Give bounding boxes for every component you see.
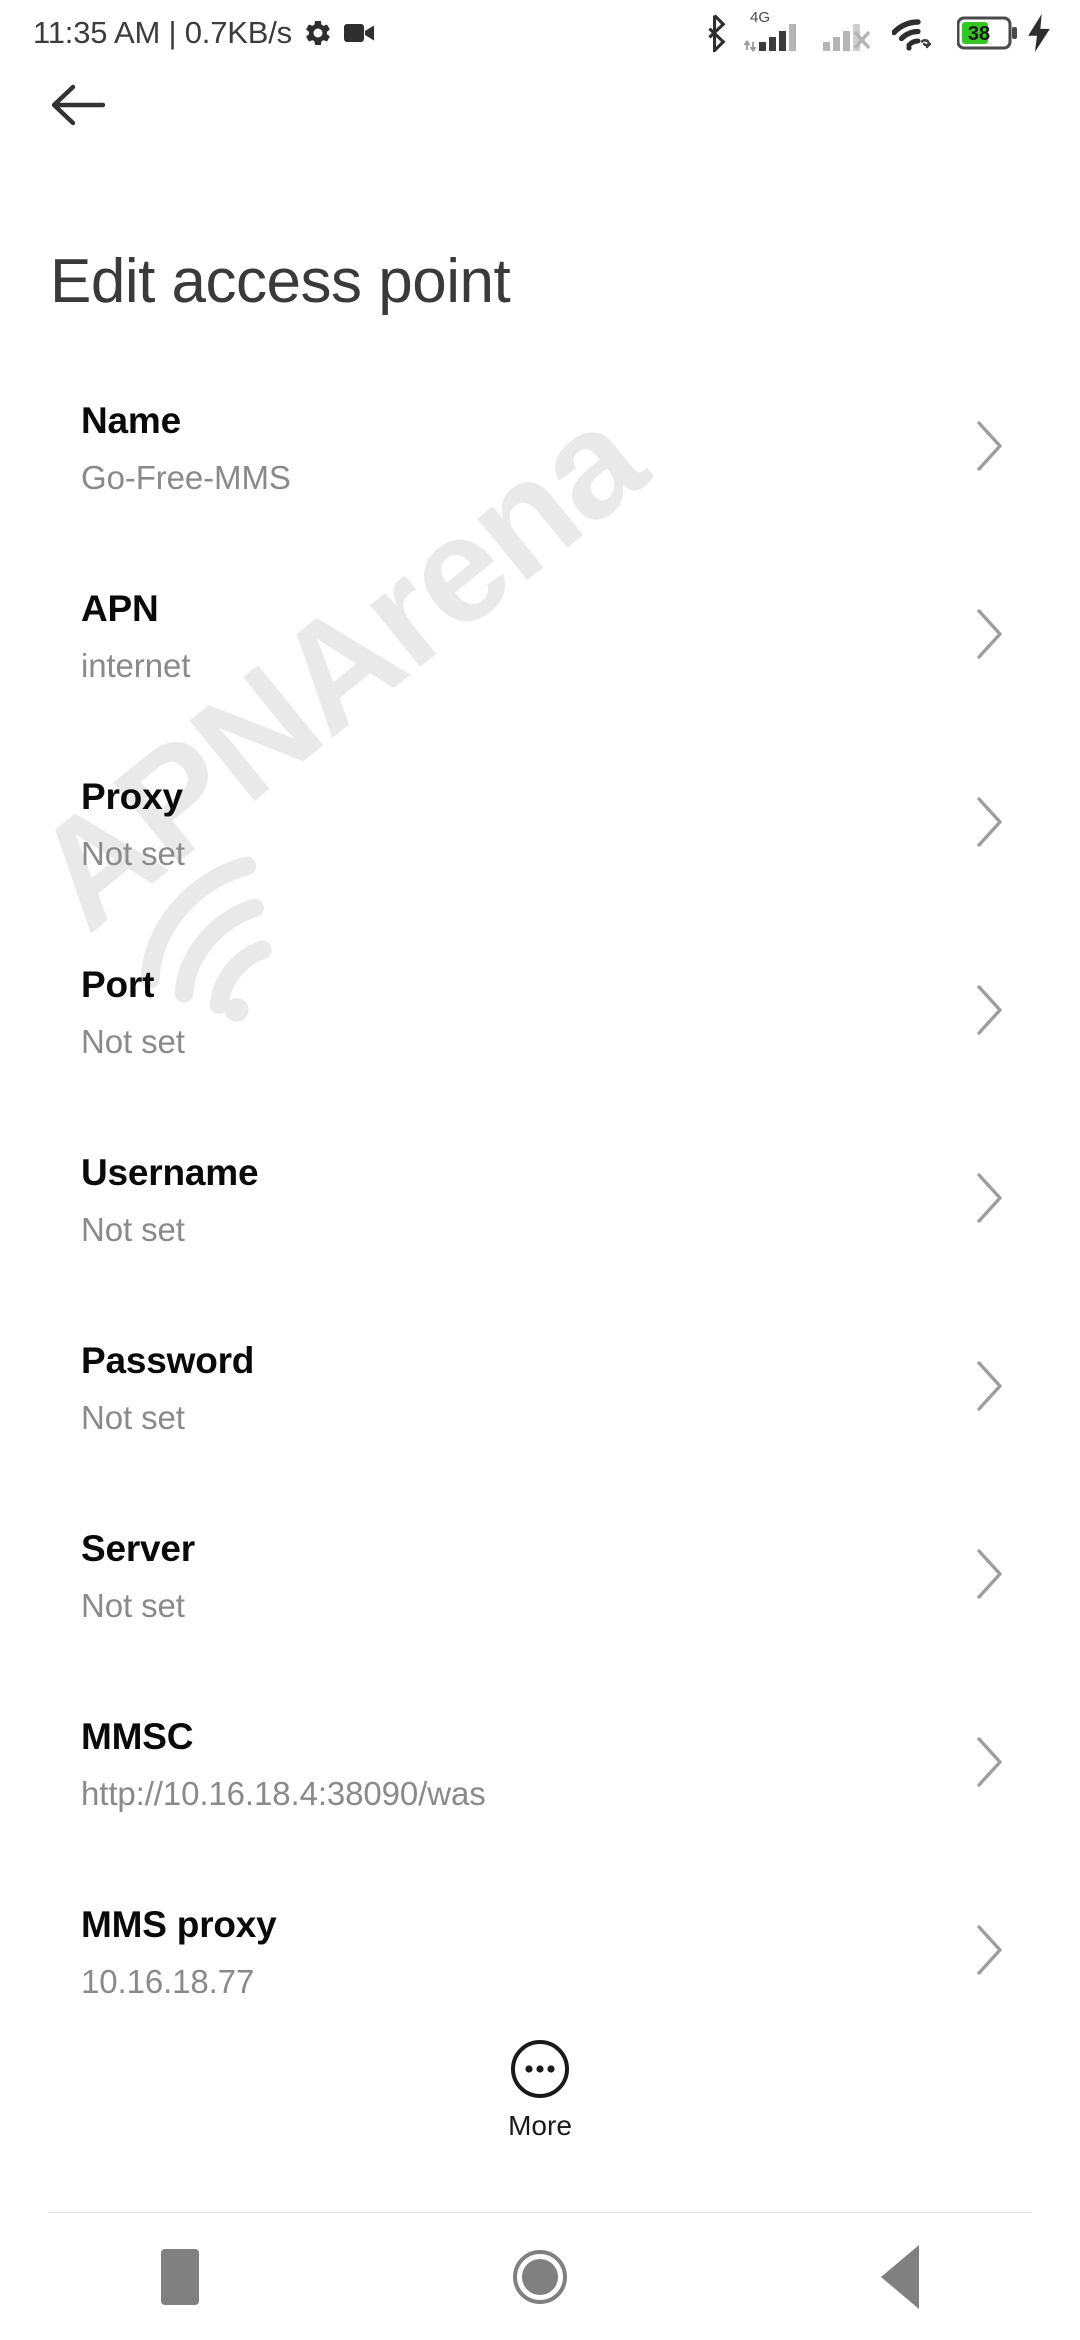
settings-list: Name Go-Free-MMS APN internet Proxy Not … <box>0 380 1080 2072</box>
list-item-username[interactable]: Username Not set <box>0 1132 1080 1320</box>
nav-home-button[interactable] <box>360 2213 720 2340</box>
wifi-vpn-icon <box>892 13 944 53</box>
status-bar: 11:35 AM | 0.7KB/s 4G 38 <box>0 0 1080 66</box>
list-item-password[interactable]: Password Not set <box>0 1320 1080 1508</box>
status-bar-left: 11:35 AM | 0.7KB/s <box>33 15 376 51</box>
chevron-right-icon <box>977 1737 1002 1787</box>
list-item-label: Port <box>81 964 155 1005</box>
battery-icon: 38 <box>957 16 1017 50</box>
chevron-right-icon <box>977 1549 1002 1599</box>
list-item-value: Not set <box>81 835 185 872</box>
list-item-value: 10.16.18.77 <box>81 1963 255 2000</box>
list-item-value: Not set <box>81 1211 185 1248</box>
list-item-port[interactable]: Port Not set <box>0 944 1080 1132</box>
video-camera-icon <box>343 24 374 42</box>
chevron-right-icon <box>977 797 1002 847</box>
sim2-signal-no-service-icon <box>823 24 871 51</box>
arrow-left-icon <box>51 84 106 126</box>
nav-bar <box>0 2213 1080 2340</box>
sim1-network-type-label: 4G <box>750 9 771 26</box>
more-button[interactable]: More <box>0 2038 1080 2142</box>
list-item-label: Password <box>81 1340 255 1381</box>
sim1-signal-icon: 4G <box>743 10 805 52</box>
back-button[interactable] <box>40 66 118 144</box>
square-icon <box>161 2248 199 2305</box>
list-item-value: Not set <box>81 1399 185 1436</box>
list-item-label: Server <box>81 1528 196 1569</box>
list-item-value: Not set <box>81 1023 185 1060</box>
chevron-right-icon <box>977 609 1002 659</box>
charging-bolt-icon <box>1028 14 1050 52</box>
chevron-right-icon <box>977 421 1002 471</box>
list-item-proxy[interactable]: Proxy Not set <box>0 756 1080 944</box>
chevron-right-icon <box>977 985 1002 1035</box>
chevron-right-icon <box>977 1925 1002 1975</box>
chevron-right-icon <box>977 1361 1002 1411</box>
phone-screen: 11:35 AM | 0.7KB/s 4G 38 APNArena Edit a… <box>0 0 1080 2340</box>
list-item-apn[interactable]: APN internet <box>0 568 1080 756</box>
list-item-label: MMSC <box>81 1716 194 1757</box>
page-title: Edit access point <box>50 247 511 316</box>
list-item-label: Name <box>81 400 181 441</box>
list-item-value: Go-Free-MMS <box>81 459 291 496</box>
triangle-left-icon <box>881 2244 919 2309</box>
status-bar-time-and-speed: 11:35 AM | 0.7KB/s <box>33 15 292 50</box>
nav-back-button[interactable] <box>720 2213 1080 2340</box>
chevron-right-icon <box>977 1173 1002 1223</box>
list-item-label: MMS proxy <box>81 1904 277 1945</box>
list-item-value: internet <box>81 647 191 684</box>
list-item-label: APN <box>81 588 159 629</box>
nav-recents-button[interactable] <box>0 2213 360 2340</box>
bluetooth-icon <box>708 14 726 52</box>
list-item-name[interactable]: Name Go-Free-MMS <box>0 380 1080 568</box>
list-item-value: Not set <box>81 1587 185 1624</box>
more-button-label: More <box>508 2110 572 2141</box>
list-item-server[interactable]: Server Not set <box>0 1508 1080 1696</box>
list-item-label: Username <box>81 1152 259 1193</box>
battery-level-text: 38 <box>968 23 990 45</box>
status-bar-right: 4G 38 <box>704 10 1052 53</box>
ellipsis-circle-icon <box>511 2040 569 2098</box>
list-item-label: Proxy <box>81 776 183 817</box>
circle-icon <box>513 2249 567 2304</box>
list-item-value: http://10.16.18.4:38090/was <box>81 1775 486 1812</box>
gear-icon <box>306 20 330 46</box>
list-item-mmsc[interactable]: MMSC http://10.16.18.4:38090/was <box>0 1696 1080 1884</box>
